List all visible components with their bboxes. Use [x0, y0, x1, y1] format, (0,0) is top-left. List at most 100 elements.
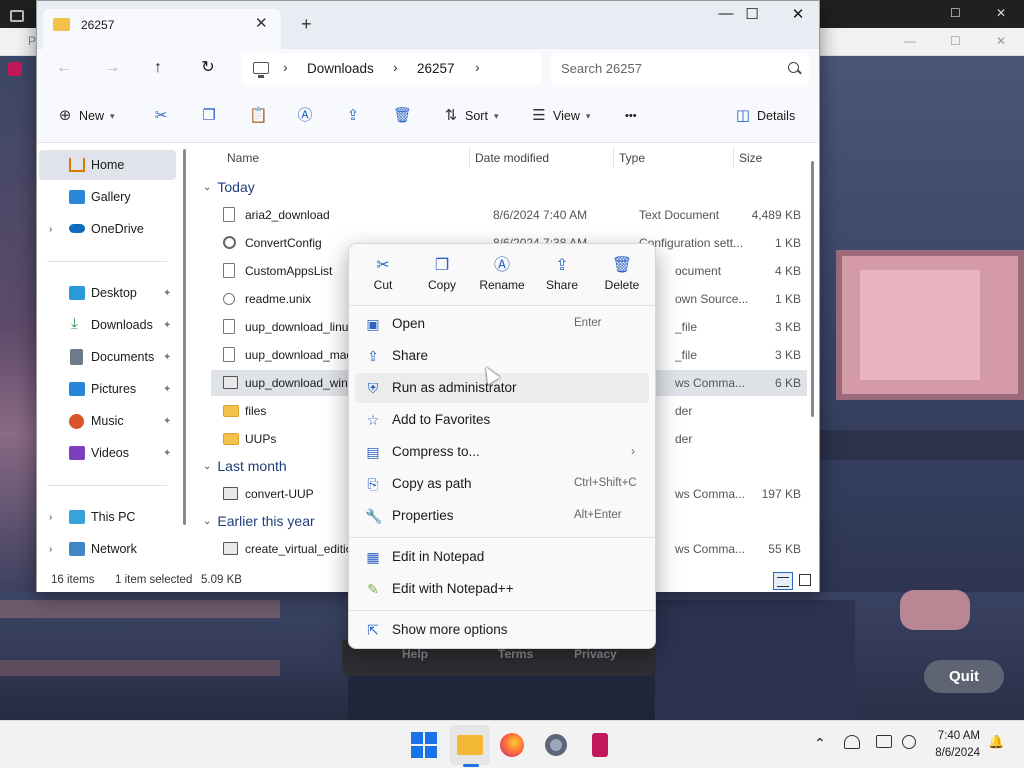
close-button[interactable]: ✕ [775, 5, 821, 29]
copy-button[interactable]: ❐ [201, 103, 217, 129]
group-header-last-month[interactable]: ⌄ Last month [203, 458, 287, 474]
tray-overflow-chevron-icon[interactable]: ⌃ [814, 735, 826, 752]
sidebar-item-documents[interactable]: Documents ✦ [39, 342, 176, 372]
column-header-date[interactable]: Date modified [475, 151, 549, 165]
menu-item-edit-with-notepad-plus-plus[interactable]: ✎ Edit with Notepad++ [355, 574, 649, 604]
background-app-maximize-button[interactable]: ☐ [950, 34, 961, 48]
column-header-name[interactable]: Name [227, 151, 259, 165]
menu-item-properties[interactable]: 🔧 Properties Alt+Enter [355, 501, 649, 531]
context-share-button[interactable]: ⇪ Share [533, 256, 591, 298]
new-button[interactable]: ⊕ New ▾ [57, 103, 115, 129]
sidebar-item-pictures[interactable]: Pictures ✦ [39, 374, 176, 404]
more-options-button[interactable]: ••• [625, 103, 637, 129]
breadcrumb-separator[interactable]: › [475, 59, 480, 75]
plus-circle-icon: ⊕ [58, 107, 72, 124]
back-button[interactable]: ← [51, 57, 77, 81]
menu-item-compress-to[interactable]: ▤ Compress to... › [355, 437, 649, 467]
menu-label: Add to Favorites [392, 412, 491, 427]
view-button[interactable]: ☰ View ▾ [531, 103, 590, 129]
sidebar-item-gallery[interactable]: Gallery [39, 182, 176, 212]
tab-26257[interactable] [43, 9, 281, 49]
tiles-view-button[interactable] [799, 574, 811, 586]
paste-button[interactable]: 📋 [249, 103, 268, 129]
menu-item-share[interactable]: ⇪ Share [355, 341, 649, 371]
group-header-today[interactable]: ⌄ Today [203, 179, 255, 195]
menu-item-edit-in-notepad[interactable]: ▦ Edit in Notepad [355, 542, 649, 572]
group-header-earlier-this-year[interactable]: ⌄ Earlier this year [203, 513, 315, 529]
rename-button[interactable]: Ⓐ [297, 103, 313, 129]
help-link[interactable]: Help [402, 647, 428, 661]
context-cut-button[interactable]: ✂ Cut [354, 256, 412, 298]
taskbar-app[interactable] [586, 731, 614, 759]
taskbar-firefox[interactable] [498, 731, 526, 759]
context-delete-button[interactable]: 🗑 Delete [593, 256, 651, 298]
taskbar-settings[interactable] [542, 731, 570, 759]
sidebar-item-network[interactable]: › Network [39, 534, 176, 564]
sidebar-item-onedrive[interactable]: › OneDrive [39, 214, 176, 244]
refresh-button[interactable]: ↻ [195, 57, 221, 81]
collapse-chevron-icon: ⌄ [203, 181, 212, 193]
clock-time[interactable]: 7:40 AM [934, 730, 980, 742]
new-tab-button[interactable]: + [301, 14, 312, 35]
address-bar[interactable]: › Downloads › 26257 › [241, 53, 541, 85]
breadcrumb-downloads[interactable]: Downloads [307, 61, 374, 76]
breadcrumb-26257[interactable]: 26257 [417, 61, 455, 76]
sidebar-item-desktop[interactable]: Desktop ✦ [39, 278, 176, 308]
background-close-button[interactable]: ✕ [996, 6, 1006, 20]
sidebar-item-downloads[interactable]: ⤓ Downloads ✦ [39, 310, 176, 340]
network-disconnected-icon[interactable] [844, 735, 860, 749]
menu-item-open[interactable]: ▣ Open Enter [355, 309, 649, 339]
cut-button[interactable]: ✂ [153, 103, 169, 129]
sidebar-item-music[interactable]: Music ✦ [39, 406, 176, 436]
menu-item-run-as-administrator[interactable]: ⛨ Run as administrator [355, 373, 649, 403]
music-icon [69, 414, 84, 429]
breadcrumb-separator[interactable]: › [283, 59, 288, 75]
menu-item-copy-as-path[interactable]: ⎘ Copy as path Ctrl+Shift+C [355, 469, 649, 499]
clock-date[interactable]: 8/6/2024 [926, 747, 980, 759]
terms-link[interactable]: Terms [498, 647, 533, 661]
privacy-link[interactable]: Privacy [574, 647, 617, 661]
column-divider[interactable] [613, 146, 614, 168]
menu-item-show-more-options[interactable]: ⇱ Show more options [355, 615, 649, 645]
background-app-minimize-button[interactable]: — [904, 34, 916, 48]
context-copy-button[interactable]: ❐ Copy [413, 256, 471, 298]
expand-chevron-icon[interactable]: › [49, 544, 52, 555]
up-button[interactable]: ↑ [145, 57, 171, 81]
tab-close-button[interactable]: ✕ [255, 14, 268, 32]
file-name: uup_download_linux.s [245, 320, 361, 334]
column-divider[interactable] [733, 146, 734, 168]
column-header-type[interactable]: Type [619, 151, 645, 165]
search-input[interactable]: Search 26257 [551, 53, 809, 85]
taskbar-file-explorer[interactable] [456, 731, 484, 759]
share-button[interactable]: ⇪ [345, 103, 361, 129]
menu-item-add-to-favorites[interactable]: ☆ Add to Favorites [355, 405, 649, 435]
sidebar-item-videos[interactable]: Videos ✦ [39, 438, 176, 468]
context-rename-button[interactable]: Ⓐ Rename [473, 256, 531, 298]
breadcrumb-separator[interactable]: › [393, 59, 398, 75]
file-list-scrollbar[interactable] [811, 161, 814, 417]
delete-button[interactable]: 🗑 [393, 103, 412, 129]
details-view-button[interactable] [773, 572, 793, 590]
status-icon[interactable] [902, 735, 916, 749]
details-pane-button[interactable]: ◫ Details [735, 103, 795, 129]
column-divider[interactable] [469, 146, 470, 168]
quit-button[interactable]: Quit [924, 660, 1004, 693]
display-icon[interactable] [876, 735, 892, 748]
background-app-close-button[interactable]: ✕ [996, 34, 1006, 48]
background-maximize-button[interactable]: ☐ [950, 6, 961, 20]
maximize-button[interactable]: ☐ [729, 5, 775, 29]
sort-button[interactable]: ⇅ Sort ▾ [443, 103, 499, 129]
expand-chevron-icon[interactable]: › [49, 224, 52, 235]
details-pane-icon: ◫ [735, 107, 751, 124]
forward-button[interactable]: → [99, 57, 125, 81]
notification-bell-icon[interactable]: 🔔 [988, 734, 1004, 750]
expand-chevron-icon[interactable]: › [49, 512, 52, 523]
sidebar-item-home[interactable]: Home [39, 150, 176, 180]
collapse-chevron-icon: ⌄ [203, 515, 212, 527]
start-button[interactable] [410, 731, 438, 759]
column-header-size[interactable]: Size [739, 151, 762, 165]
sidebar-item-this-pc[interactable]: › This PC [39, 502, 176, 532]
navigation-pane-scrollbar[interactable] [183, 149, 186, 525]
download-icon: ⤓ [71, 315, 78, 332]
file-row[interactable]: aria2_download 8/6/2024 7:40 AM Text Doc… [211, 202, 807, 228]
